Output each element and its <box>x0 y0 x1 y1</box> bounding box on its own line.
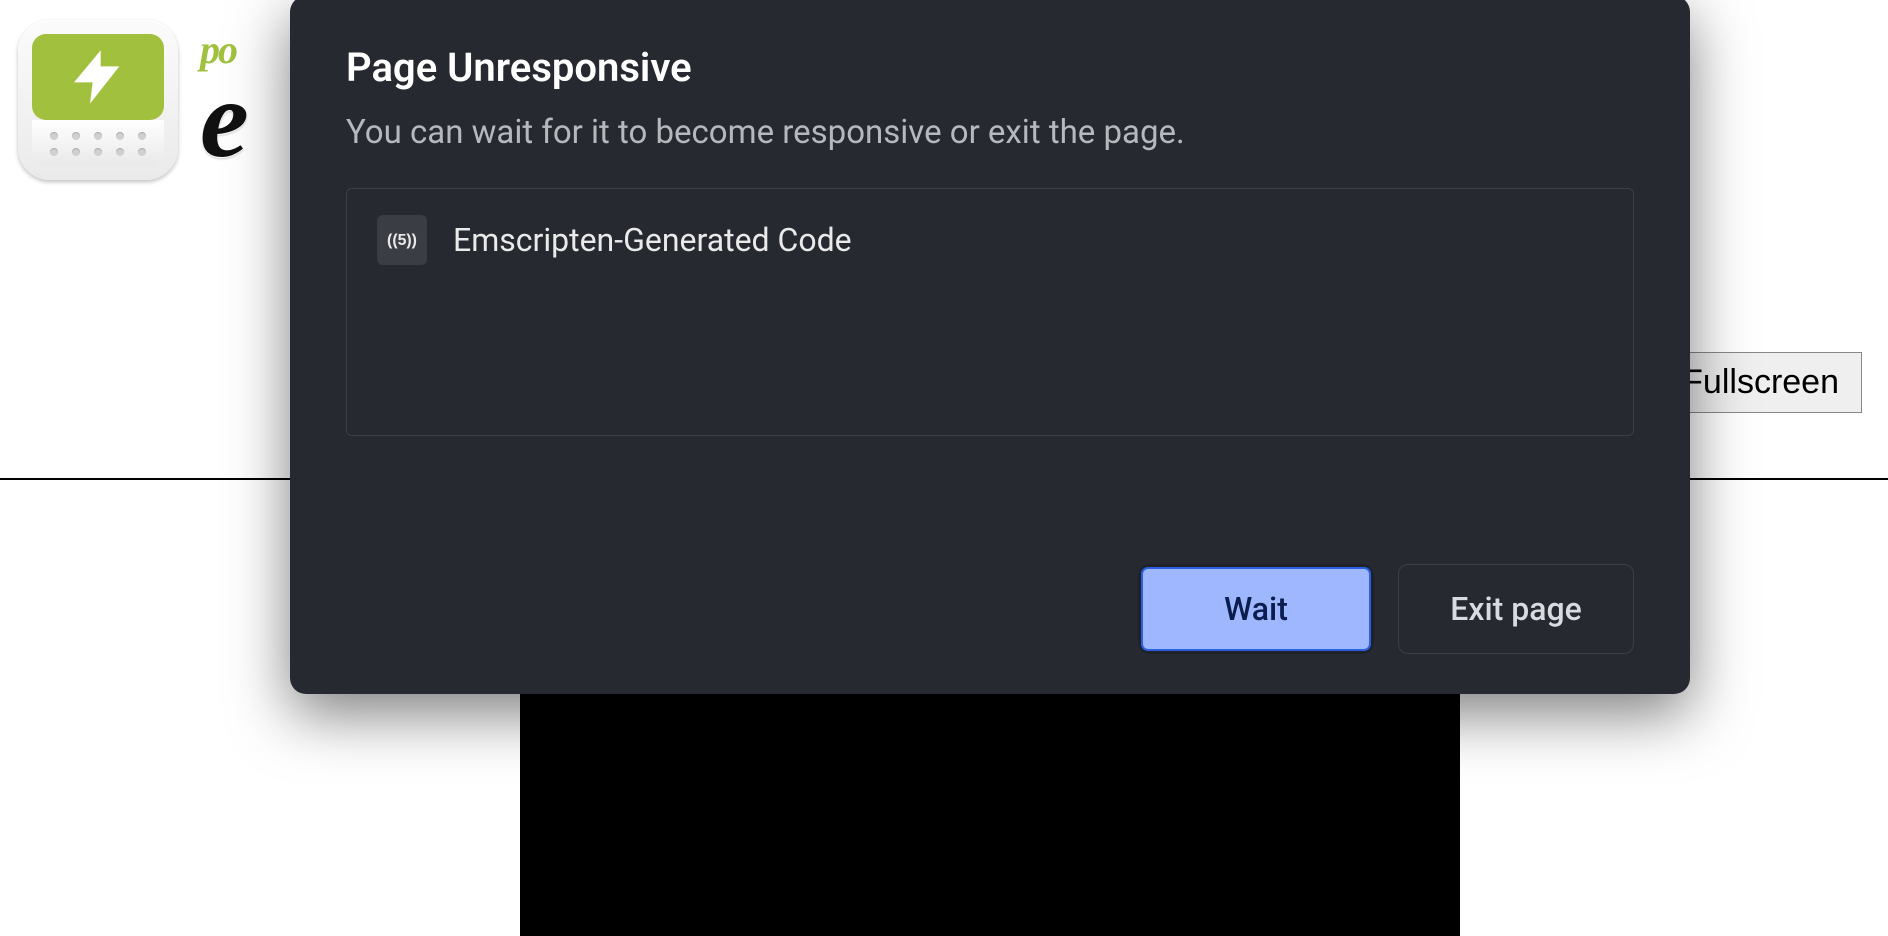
brand-text: po e <box>200 26 243 167</box>
svg-text:((5)): ((5)) <box>387 232 417 249</box>
emscripten-logo <box>18 20 188 190</box>
dialog-message: You can wait for it to become responsive… <box>346 113 1634 152</box>
page-unresponsive-dialog: Page Unresponsive You can wait for it to… <box>290 0 1690 694</box>
tab-favicon-icon: ((5)) <box>377 215 427 265</box>
unresponsive-tab-list: ((5)) Emscripten-Generated Code <box>346 188 1634 436</box>
bolt-icon <box>32 34 164 120</box>
unresponsive-tab-item: ((5)) Emscripten-Generated Code <box>377 215 1603 265</box>
unresponsive-tab-title: Emscripten-Generated Code <box>453 221 852 259</box>
exit-page-button[interactable]: Exit page <box>1398 564 1634 654</box>
wait-button[interactable]: Wait <box>1138 564 1374 654</box>
dialog-button-row: Wait Exit page <box>346 524 1634 654</box>
brand-title: e <box>200 73 243 167</box>
dialog-title: Page Unresponsive <box>346 44 1634 91</box>
